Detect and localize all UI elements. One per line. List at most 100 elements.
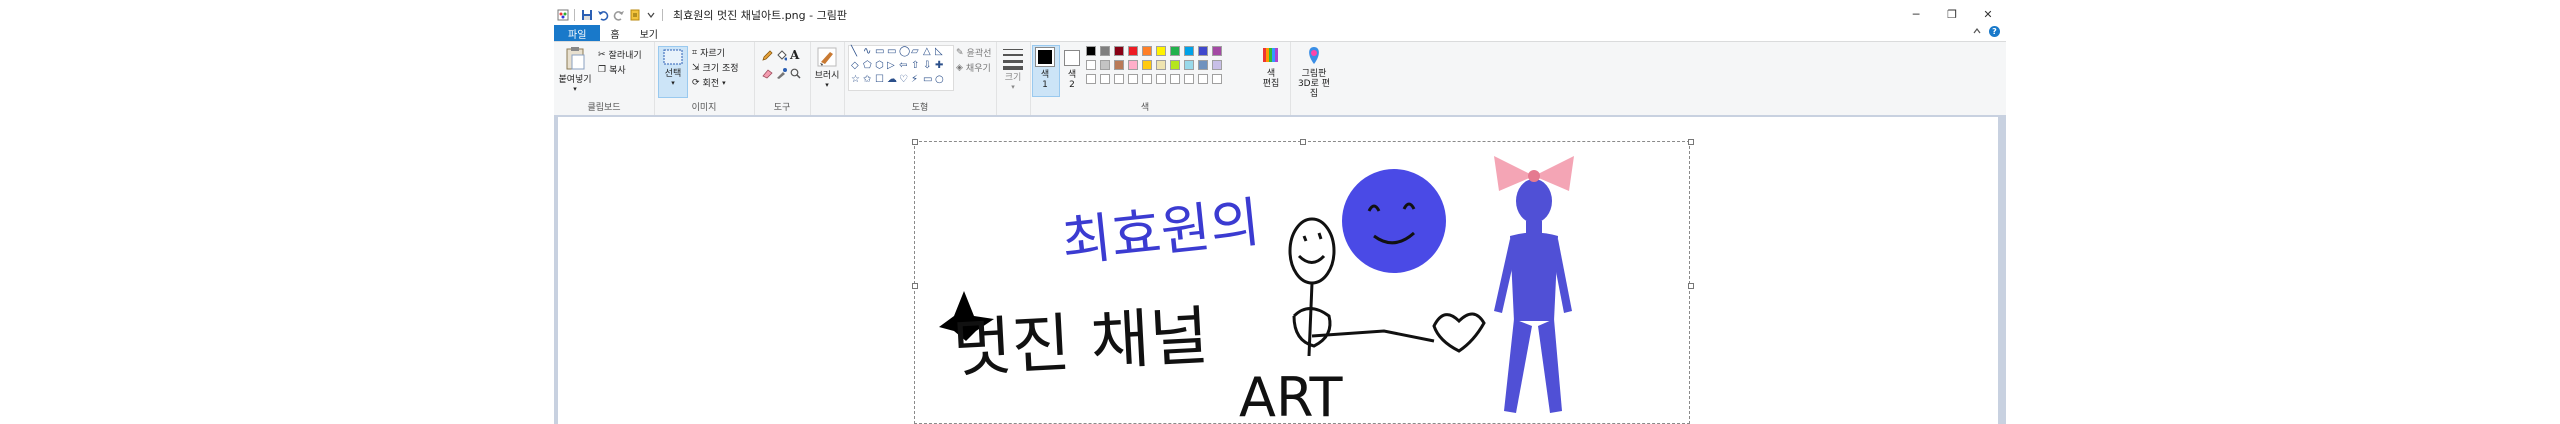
shape-gallery-icon[interactable]: ∿ <box>863 47 873 57</box>
palette-color-swatch[interactable] <box>1114 46 1124 56</box>
paint3d-label: 그림판 3D로 편집 <box>1297 69 1331 99</box>
resize-label: 크기 조정 <box>702 64 739 74</box>
palette-color-swatch[interactable] <box>1086 60 1096 70</box>
fill-bucket-icon[interactable] <box>776 50 788 64</box>
palette-color-swatch[interactable] <box>1198 46 1208 56</box>
outline-button[interactable]: ✎ 윤곽선 <box>956 46 991 60</box>
shape-gallery-icon[interactable]: ▭ <box>887 47 897 57</box>
shape-gallery-icon[interactable]: ╲ <box>851 47 861 57</box>
color2-swatch[interactable] <box>1064 50 1080 66</box>
palette-color-swatch[interactable] <box>1114 74 1124 84</box>
palette-color-swatch[interactable] <box>1100 60 1110 70</box>
shape-gallery-icon[interactable]: ☆ <box>851 75 861 85</box>
palette-color-swatch[interactable] <box>1128 60 1138 70</box>
shape-gallery-icon[interactable]: △ <box>923 47 933 57</box>
color-picker-icon[interactable] <box>776 68 787 82</box>
shape-gallery-icon[interactable]: ♡ <box>899 75 909 85</box>
palette-color-swatch[interactable] <box>1086 74 1096 84</box>
palette-color-swatch[interactable] <box>1142 60 1152 70</box>
quick-access-toolbar <box>556 8 665 21</box>
copy-icon: ❐ <box>598 64 607 75</box>
cut-button[interactable]: ✂ 잘라내기 <box>598 48 642 62</box>
tools-group-label: 도구 <box>773 103 791 113</box>
brushes-button[interactable]: 브러시 ▾ <box>812 46 842 89</box>
palette-color-swatch[interactable] <box>1198 60 1208 70</box>
size-button[interactable]: 크기 ▾ <box>998 46 1028 91</box>
shape-gallery-icon[interactable]: ✩ <box>863 75 873 85</box>
color-wheel-icon <box>1263 48 1278 62</box>
color1-swatch[interactable] <box>1035 47 1055 67</box>
undo-icon[interactable] <box>596 8 609 21</box>
fill-bucket-icon: ◈ <box>956 62 963 73</box>
palette-color-swatch[interactable] <box>1142 46 1152 56</box>
palette-color-swatch[interactable] <box>1198 74 1208 84</box>
shape-gallery-icon[interactable]: ▭ <box>923 75 933 85</box>
paste-button[interactable]: 붙여넣기 ▾ <box>558 46 592 93</box>
shape-gallery-icon[interactable]: ▭ <box>875 47 885 57</box>
palette-color-swatch[interactable] <box>1086 46 1096 56</box>
palette-color-swatch[interactable] <box>1170 74 1180 84</box>
palette-color-swatch[interactable] <box>1128 74 1138 84</box>
tab-home[interactable]: 홈 <box>600 25 629 41</box>
rotate-icon: ⟳ <box>692 77 700 88</box>
tab-view[interactable]: 보기 <box>630 25 668 41</box>
tab-file[interactable]: 파일 <box>554 25 601 41</box>
select-button[interactable]: 선택 ▾ <box>658 48 688 87</box>
shape-gallery-icon[interactable]: ⬠ <box>863 61 873 71</box>
shape-gallery-icon[interactable]: ◺ <box>935 47 945 57</box>
palette-color-swatch[interactable] <box>1100 46 1110 56</box>
palette-color-swatch[interactable] <box>1184 74 1194 84</box>
shape-gallery-icon[interactable]: ⬡ <box>875 61 885 71</box>
brush-icon <box>817 47 837 67</box>
line-size-icon <box>1003 49 1023 70</box>
resize-button[interactable]: ⇲ 크기 조정 <box>692 61 739 75</box>
help-icon[interactable]: ? <box>1989 26 2000 37</box>
eraser-icon[interactable] <box>762 68 773 82</box>
palette-color-swatch[interactable] <box>1184 46 1194 56</box>
shape-gallery-icon[interactable]: ◯ <box>899 47 910 57</box>
palette-color-swatch[interactable] <box>1156 74 1166 84</box>
palette-color-swatch[interactable] <box>1100 74 1110 84</box>
shape-gallery-icon[interactable]: ⇧ <box>911 61 921 71</box>
drawing-canvas[interactable]: 최효원의 멋진 채널 ART <box>558 117 1998 424</box>
save-icon[interactable] <box>580 8 593 21</box>
palette-color-swatch[interactable] <box>1142 74 1152 84</box>
collapse-ribbon-icon[interactable] <box>1973 25 1981 38</box>
shape-gallery-icon[interactable]: ○ <box>935 75 945 85</box>
clipboard-paste-icon <box>566 47 585 70</box>
text-tool-icon[interactable]: A <box>790 48 799 62</box>
crop-button[interactable]: ⌗ 자르기 <box>692 46 725 60</box>
art-title-text: 최효원의 <box>1059 191 1263 274</box>
copy-button[interactable]: ❐ 복사 <box>598 63 626 77</box>
pencil-icon[interactable] <box>762 50 773 64</box>
paint3d-button[interactable]: 그림판 3D로 편집 <box>1294 46 1334 99</box>
color2-label: 색 2 <box>1067 70 1077 90</box>
palette-color-swatch[interactable] <box>1212 74 1222 84</box>
palette-color-swatch[interactable] <box>1184 60 1194 70</box>
shape-gallery-icon[interactable]: ☐ <box>875 75 885 85</box>
palette-color-swatch[interactable] <box>1156 60 1166 70</box>
shape-gallery-icon[interactable]: ✚ <box>935 61 945 71</box>
chevron-down-icon[interactable] <box>644 8 657 21</box>
redo-icon[interactable] <box>612 8 625 21</box>
rotate-button[interactable]: ⟳ 회전 ▾ <box>692 76 726 90</box>
shape-gallery-icon[interactable]: ☁ <box>887 75 897 85</box>
shape-gallery-icon[interactable]: ⇩ <box>923 61 933 71</box>
shape-gallery-icon[interactable]: ▱ <box>911 47 921 57</box>
palette-color-swatch[interactable] <box>1170 46 1180 56</box>
shape-gallery-icon[interactable]: ◇ <box>851 61 861 71</box>
fill-button[interactable]: ◈ 채우기 <box>956 61 991 75</box>
palette-color-swatch[interactable] <box>1156 46 1166 56</box>
palette-color-swatch[interactable] <box>1114 60 1124 70</box>
magnifier-icon[interactable] <box>790 68 801 82</box>
customize-qat-icon[interactable] <box>628 8 641 21</box>
palette-color-swatch[interactable] <box>1128 46 1138 56</box>
shape-gallery-icon[interactable]: ▷ <box>887 61 897 71</box>
palette-color-swatch[interactable] <box>1212 60 1222 70</box>
shape-gallery-icon[interactable]: ⚡ <box>911 75 921 85</box>
palette-color-swatch[interactable] <box>1170 60 1180 70</box>
shape-gallery-icon[interactable]: ⇦ <box>899 61 909 71</box>
edit-colors-button[interactable]: 색 편집 <box>1262 46 1280 89</box>
palette-color-swatch[interactable] <box>1212 46 1222 56</box>
cut-label: 잘라내기 <box>608 51 642 61</box>
